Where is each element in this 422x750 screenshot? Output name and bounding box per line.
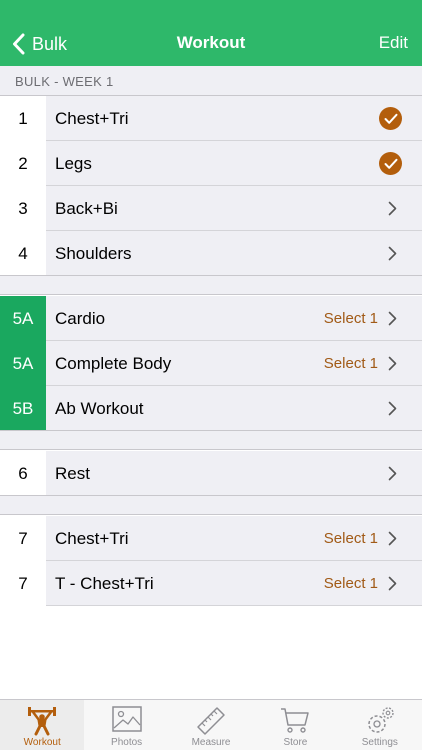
chevron-right-icon	[388, 576, 397, 591]
tab-settings[interactable]: Settings	[338, 700, 422, 750]
tab-label: Store	[283, 737, 308, 748]
tab-bar: Workout Photos Measure Store Settings	[0, 699, 422, 750]
cart-icon	[281, 708, 310, 733]
day-label: 7	[0, 561, 46, 606]
chevron-right-icon	[388, 201, 397, 216]
workout-row[interactable]: 6 Rest	[0, 451, 422, 496]
ruler-icon	[197, 707, 225, 735]
page-title: Workout	[176, 33, 246, 52]
tab-label: Measure	[191, 737, 231, 748]
section-gap	[0, 275, 422, 295]
workout-name: Ab Workout	[55, 399, 144, 418]
day-label: 7	[0, 516, 46, 561]
workout-name: Complete Body	[55, 354, 172, 373]
section-gap	[0, 495, 422, 515]
workout-name: Shoulders	[55, 244, 132, 263]
select-label: Select 1	[323, 530, 378, 547]
chevron-right-icon	[388, 311, 397, 326]
tab-measure[interactable]: Measure	[169, 700, 253, 750]
workout-row[interactable]: 3 Back+Bi	[0, 186, 422, 231]
workout-row[interactable]: 7 Chest+Tri Select 1	[0, 516, 422, 561]
workout-row[interactable]: 5B Ab Workout	[0, 386, 422, 431]
chevron-right-icon	[388, 356, 397, 371]
workout-name: T - Chest+Tri	[55, 574, 154, 593]
workout-row[interactable]: 7 T - Chest+Tri Select 1	[0, 561, 422, 606]
select-label: Select 1	[323, 575, 378, 592]
weightlifter-icon	[28, 707, 57, 736]
chevron-right-icon	[388, 466, 397, 481]
tab-label: Settings	[361, 737, 398, 748]
section-title: BULK - WEEK 1	[15, 74, 114, 89]
day-label: 4	[0, 231, 46, 276]
select-label: Select 1	[323, 355, 378, 372]
photo-icon	[111, 706, 142, 732]
select-label: Select 1	[323, 310, 378, 327]
workout-name: Cardio	[55, 309, 106, 328]
chevron-right-icon	[388, 401, 397, 416]
workout-name: Back+Bi	[55, 199, 118, 218]
chevron-right-icon	[388, 246, 397, 261]
tab-workout[interactable]: Workout	[0, 700, 85, 750]
workout-row[interactable]: 1 Chest+Tri	[0, 96, 422, 141]
workout-name: Legs	[55, 154, 92, 173]
workout-name: Chest+Tri	[55, 109, 129, 128]
gear-icon	[368, 707, 394, 733]
edit-button[interactable]: Edit	[379, 33, 408, 53]
tab-label: Photos	[111, 737, 143, 748]
tab-label: Workout	[23, 737, 61, 748]
workout-row[interactable]: 4 Shoulders	[0, 231, 422, 276]
workout-name: Chest+Tri	[55, 529, 129, 548]
chevron-right-icon	[388, 531, 397, 546]
checkmark-icon	[379, 152, 402, 175]
workout-row[interactable]: 5A Cardio Select 1	[0, 296, 422, 341]
nav-bar: Bulk Workout Edit	[0, 0, 422, 66]
day-label: 5B	[0, 386, 46, 431]
day-label: 1	[0, 96, 46, 141]
workout-row[interactable]: 2 Legs	[0, 141, 422, 186]
section-gap	[0, 430, 422, 450]
day-label: 6	[0, 451, 46, 496]
tab-store[interactable]: Store	[253, 700, 337, 750]
workout-name: Rest	[55, 464, 90, 483]
day-label: 5A	[0, 341, 46, 386]
day-label: 3	[0, 186, 46, 231]
tab-photos[interactable]: Photos	[84, 700, 168, 750]
workout-row[interactable]: 5A Complete Body Select 1	[0, 341, 422, 386]
day-label: 5A	[0, 296, 46, 341]
day-label: 2	[0, 141, 46, 186]
checkmark-icon	[379, 107, 402, 130]
section-header: BULK - WEEK 1	[0, 66, 422, 96]
